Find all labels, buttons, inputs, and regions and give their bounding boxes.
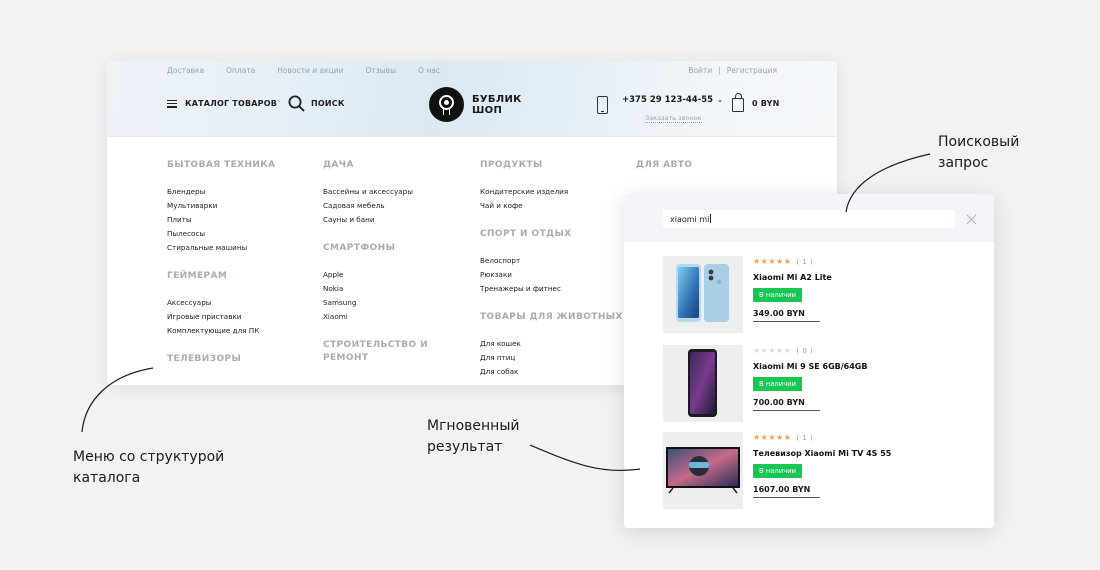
annotation-search-query: Поисковый запрос: [938, 134, 1020, 171]
annotation-instant-result: Мгновенный результат: [427, 418, 520, 455]
annotation-menu-structure: Меню со структурой каталога: [73, 449, 225, 486]
